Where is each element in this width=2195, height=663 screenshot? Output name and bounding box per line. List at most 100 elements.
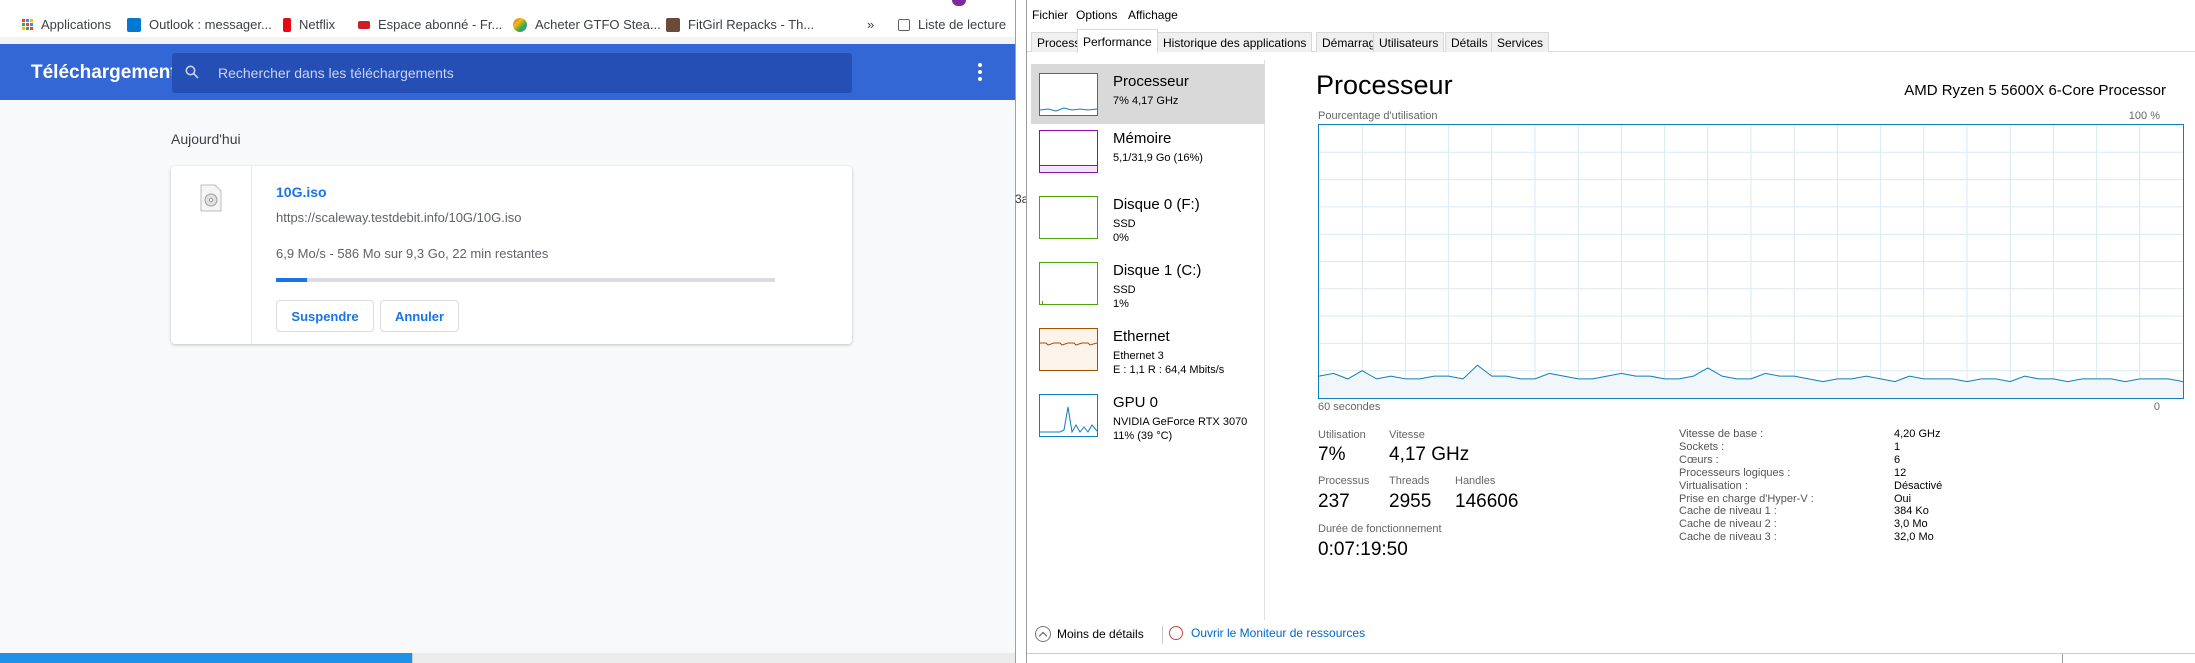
stat-label: Processus xyxy=(1318,475,1370,487)
download-url[interactable]: https://scaleway.testdebit.info/10G/10G.… xyxy=(276,210,521,225)
spec-value: 32,0 Mo xyxy=(1894,531,1934,544)
window-gap xyxy=(1015,0,1026,663)
task-manager-window: Fichier Options Affichage Processus Perf… xyxy=(1026,0,2195,663)
bookmark-label: Applications xyxy=(41,17,112,32)
search-placeholder: Rechercher dans les téléchargements xyxy=(218,65,454,81)
sidebar-title: GPU 0 xyxy=(1113,394,1159,411)
sidebar-item-memoire[interactable]: Mémoire 5,1/31,9 Go (16%) xyxy=(1031,128,1265,188)
bookmarks-overflow[interactable]: » xyxy=(867,17,874,32)
menu-affichage[interactable]: Affichage xyxy=(1128,8,1178,22)
bookmark-label: FitGirl Repacks - Th... xyxy=(688,17,815,32)
cpu-usage-chart xyxy=(1318,125,2184,398)
download-filename-link[interactable]: 10G.iso xyxy=(276,184,327,200)
stat-label: Durée de fonctionnement xyxy=(1318,523,1442,535)
chevron-up-icon xyxy=(1035,626,1051,642)
spec-label: Vitesse de base : xyxy=(1679,428,1764,440)
memory-mini-graph xyxy=(1039,130,1098,173)
tab-historique[interactable]: Historique des applications xyxy=(1157,32,1313,52)
spec-label: Processeurs logiques : xyxy=(1679,466,1791,479)
cpu-usage-graph xyxy=(1318,124,2184,399)
stat-threads: 2955 xyxy=(1389,491,1432,512)
menu-options[interactable]: Options xyxy=(1076,8,1117,22)
sidebar-title: Processeur xyxy=(1113,73,1189,90)
taskbar-item[interactable] xyxy=(412,653,1015,663)
bookmark-applications[interactable]: Applications xyxy=(22,17,111,32)
page-title: Téléchargements xyxy=(31,62,188,83)
sidebar-detail: 11% (39 °C) xyxy=(1113,430,1173,442)
sidebar-item-ethernet[interactable]: Ethernet Ethernet 3 E : 1,1 R : 64,4 Mbi… xyxy=(1031,328,1265,388)
spec-value: 3,0 Mo xyxy=(1894,518,1928,531)
sidebar-title: Ethernet xyxy=(1113,328,1170,345)
sidebar-subtitle: NVIDIA GeForce RTX 3070 xyxy=(1113,416,1248,428)
overflow-chevron: » xyxy=(867,17,875,32)
outlook-icon xyxy=(127,17,141,32)
bookmark-netflix[interactable]: Netflix xyxy=(283,17,335,32)
resource-monitor-label: Ouvrir le Moniteur de ressources xyxy=(1191,626,1366,640)
disk-mini-graph xyxy=(1039,262,1098,305)
graph-max-label: 100 % xyxy=(2128,110,2160,122)
stat-handles: 146606 xyxy=(1455,491,1519,512)
spec-label: Prise en charge d'Hyper-V : xyxy=(1679,492,1814,505)
taskbar-active-item[interactable] xyxy=(0,653,412,663)
sidebar-title: Disque 0 (F:) xyxy=(1113,196,1200,213)
gpu-mini-graph xyxy=(1039,394,1098,437)
bookmarks-bar: Applications Outlook : messager... Netfl… xyxy=(0,13,1015,37)
disk-mini-graph xyxy=(1039,196,1098,239)
sidebar-subtitle: 5,1/31,9 Go (16%) xyxy=(1113,152,1203,164)
spec-value: 6 xyxy=(1894,453,1901,466)
free-icon xyxy=(358,20,370,29)
fewer-details-label: Moins de détails xyxy=(1057,627,1144,641)
sidebar-detail: 1% xyxy=(1113,298,1129,310)
fewer-details-button[interactable]: Moins de détails xyxy=(1035,626,1144,642)
sidebar-detail: 0% xyxy=(1113,232,1129,244)
sidebar-item-disque-1[interactable]: Disque 1 (C:) SSD 1% xyxy=(1031,262,1265,322)
resource-monitor-icon xyxy=(1169,626,1183,640)
file-icon xyxy=(200,184,222,212)
resource-monitor-link[interactable]: Ouvrir le Moniteur de ressources xyxy=(1169,626,1365,640)
tab-performance[interactable]: Performance xyxy=(1077,29,1158,53)
tab-details[interactable]: Détails xyxy=(1445,32,1494,52)
cancel-button[interactable]: Annuler xyxy=(380,300,459,332)
menu-bar: Fichier Options Affichage xyxy=(1027,0,2195,28)
spec-value: 1 xyxy=(1894,440,1901,453)
cpu-detail-panel: Processeur AMD Ryzen 5 5600X 6-Core Proc… xyxy=(1265,60,2195,620)
spec-label: Cache de niveau 3 : xyxy=(1679,531,1777,544)
netflix-icon xyxy=(283,17,291,32)
search-input[interactable]: Rechercher dans les téléchargements xyxy=(172,53,852,93)
sidebar-item-gpu[interactable]: GPU 0 NVIDIA GeForce RTX 3070 11% (39 °C… xyxy=(1031,394,1265,454)
bookmark-steam[interactable]: Acheter GTFO Stea... xyxy=(513,17,661,32)
apps-grid-icon xyxy=(22,19,33,30)
spec-value: 12 xyxy=(1894,466,1907,479)
graph-label: Pourcentage d'utilisation xyxy=(1318,110,1438,122)
bookmark-label: Netflix xyxy=(299,17,336,32)
stat-label: Threads xyxy=(1389,475,1430,487)
sidebar-item-disque-0[interactable]: Disque 0 (F:) SSD 0% xyxy=(1031,196,1265,256)
stat-vitesse: 4,17 GHz xyxy=(1389,444,1470,465)
taskbar-strip xyxy=(0,653,1015,663)
stat-processus: 237 xyxy=(1318,491,1350,512)
reading-list[interactable]: Liste de lecture xyxy=(898,17,1006,32)
stat-uptime: 0:07:19:50 xyxy=(1318,539,1408,560)
taskbar-strip xyxy=(1027,653,2195,663)
tab-services[interactable]: Services xyxy=(1491,32,1550,52)
spec-value: 384 Ko xyxy=(1894,505,1929,518)
pause-button[interactable]: Suspendre xyxy=(276,300,374,332)
bookmark-fitgirl[interactable]: FitGirl Repacks - Th... xyxy=(666,17,814,32)
stat-label: Handles xyxy=(1455,475,1496,487)
spec-label: Cache de niveau 2 : xyxy=(1679,518,1777,531)
reading-list-label: Liste de lecture xyxy=(918,17,1007,32)
bookmark-outlook[interactable]: Outlook : messager... xyxy=(127,17,272,32)
bookmark-free[interactable]: Espace abonné - Fr... xyxy=(358,17,502,32)
more-vert-icon[interactable] xyxy=(972,61,988,83)
menu-fichier[interactable]: Fichier xyxy=(1032,8,1068,22)
sidebar-subtitle: 7% 4,17 GHz xyxy=(1113,95,1179,107)
divider xyxy=(1162,626,1163,644)
graph-time-label: 60 secondes xyxy=(1318,401,1381,413)
graph-min-label: 0 xyxy=(2153,401,2160,413)
sidebar-item-processeur[interactable]: Processeur 7% 4,17 GHz xyxy=(1031,64,1265,124)
spec-value: Oui xyxy=(1894,492,1912,505)
tab-utilisateurs[interactable]: Utilisateurs xyxy=(1373,32,1445,52)
chrome-window: Applications Outlook : messager... Netfl… xyxy=(0,0,1015,663)
downloads-list: Aujourd'hui 10G.iso https://scaleway.tes… xyxy=(0,100,1015,663)
sidebar-subtitle: Ethernet 3 xyxy=(1113,350,1164,362)
